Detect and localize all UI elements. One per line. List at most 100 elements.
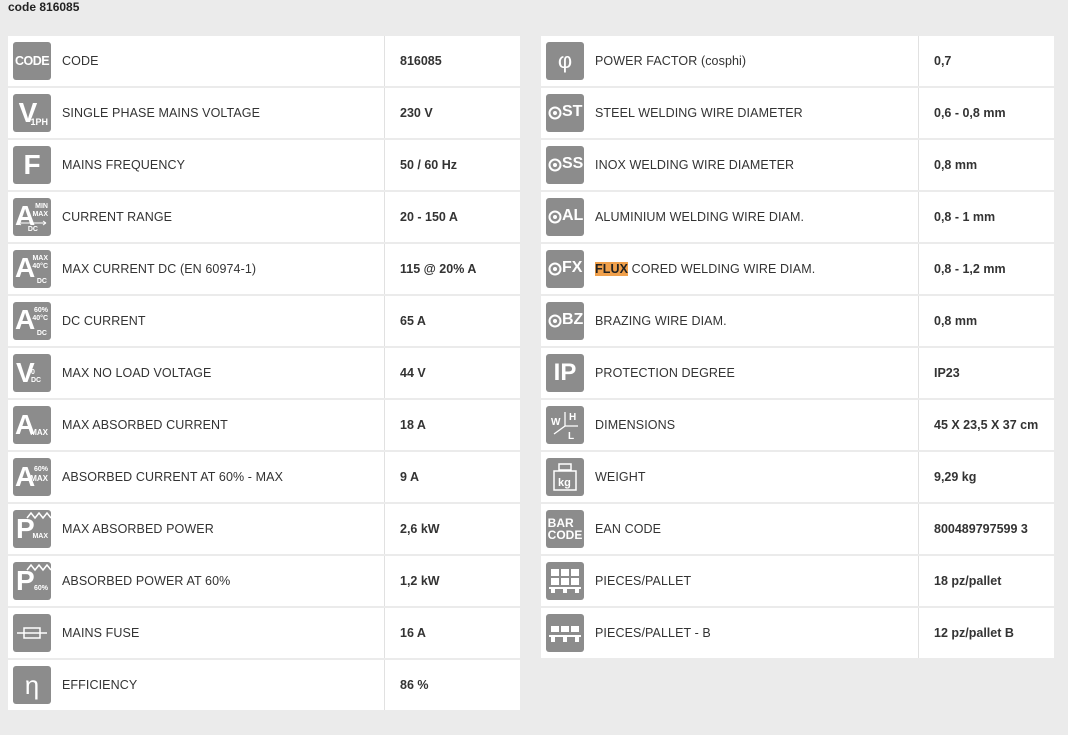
pallet-icon	[546, 562, 584, 600]
steel-wire-icon: ST	[546, 94, 584, 132]
spec-row: P MAX MAX ABSORBED POWER 2,6 kW	[8, 504, 520, 554]
spec-row: φ POWER FACTOR (cosphi) 0,7	[541, 36, 1054, 86]
spec-value: 816085	[400, 54, 442, 68]
column-divider	[384, 608, 385, 658]
column-divider	[384, 140, 385, 190]
inox-wire-icon: SS	[546, 146, 584, 184]
spec-label-text: MAINS FREQUENCY	[62, 158, 186, 172]
spec-row: AL ALUMINIUM WELDING WIRE DIAM. 0,8 - 1 mm	[541, 192, 1054, 242]
spec-value: 45 X 23,5 X 37 cm	[934, 418, 1039, 432]
column-divider	[918, 140, 919, 190]
spec-label: MAX NO LOAD VOLTAGE	[62, 366, 211, 380]
spec-label: EAN CODE	[595, 522, 661, 536]
column-divider	[918, 348, 919, 398]
spec-value: 16 A	[400, 626, 426, 640]
spec-label-text: INOX WELDING WIRE DIAMETER	[595, 158, 795, 172]
absorbed-power-60-icon: P 60%	[13, 562, 51, 600]
aluminium-wire-icon: AL	[546, 198, 584, 236]
dc-current-icon: A 60% 40°C DC	[13, 302, 51, 340]
spec-label: MAINS FREQUENCY	[62, 158, 185, 172]
absorbed-current-60-icon: A 60% MAX	[13, 458, 51, 496]
column-divider	[384, 400, 385, 450]
spec-label: SINGLE PHASE MAINS VOLTAGE	[62, 106, 260, 120]
spec-value: 9,29 kg	[934, 470, 977, 484]
spec-value: 0,8 - 1,2 mm	[934, 262, 1006, 276]
spec-label-text: ALUMINIUM WELDING WIRE DIAM.	[595, 210, 805, 224]
spec-label: FLUX CORED WELDING WIRE DIAM.	[595, 262, 815, 276]
spec-label-text: EAN CODE	[595, 522, 662, 536]
spec-row: F MAINS FREQUENCY 50 / 60 Hz	[8, 140, 520, 190]
max-absorbed-power-icon: P MAX	[13, 510, 51, 548]
protection-degree-icon: IP	[546, 354, 584, 392]
spec-row: W H L DIMENSIONS 45 X 23,5 X 37 cm	[541, 400, 1054, 450]
max-absorbed-current-icon: A MAX	[13, 406, 51, 444]
current-range-icon: A MIN MAX DC	[13, 198, 51, 236]
spec-label: PROTECTION DEGREE	[595, 366, 735, 380]
spec-label-text: ABSORBED POWER AT 60%	[62, 574, 231, 588]
specs-right-column: φ POWER FACTOR (cosphi) 0,7 ST STEEL WELDING…	[541, 36, 1054, 660]
spec-row: PIECES/PALLET 18 pz/pallet	[541, 556, 1054, 606]
spec-label-text: ABSORBED CURRENT AT 60% - MAX	[62, 470, 284, 484]
spec-label: MAX CURRENT DC (EN 60974-1)	[62, 262, 256, 276]
page-title: code 816085	[8, 0, 80, 14]
pallet-b-icon	[546, 614, 584, 652]
column-divider	[384, 348, 385, 398]
spec-label-text: MAINS FUSE	[62, 626, 140, 640]
column-divider	[384, 504, 385, 554]
spec-value: 0,8 mm	[934, 314, 978, 328]
spec-value: IP23	[934, 366, 960, 380]
column-divider	[384, 36, 385, 86]
spec-label: ABSORBED CURRENT AT 60% - MAX	[62, 470, 283, 484]
spec-row: CODE CODE 816085	[8, 36, 520, 86]
column-divider	[918, 192, 919, 242]
spec-label-text: CODE	[62, 54, 99, 68]
brazing-wire-icon: BZ	[546, 302, 584, 340]
spec-row: MAINS FUSE 16 A	[8, 608, 520, 658]
spec-label: DIMENSIONS	[595, 418, 675, 432]
spec-label: PIECES/PALLET - B	[595, 626, 711, 640]
column-divider	[384, 192, 385, 242]
svg-text:kg: kg	[558, 477, 571, 489]
spec-label: CURRENT RANGE	[62, 210, 172, 224]
spec-value: 18 pz/pallet	[934, 574, 1002, 588]
column-divider	[384, 88, 385, 138]
spec-row: A MAX 40°C DC MAX CURRENT DC (EN 60974-1)…	[8, 244, 520, 294]
spec-row: BAR CODE EAN CODE 800489797599 3	[541, 504, 1054, 554]
spec-row: A MAX MAX ABSORBED CURRENT 18 A	[8, 400, 520, 450]
spec-label-text: CORED WELDING WIRE DIAM.	[628, 262, 816, 276]
barcode-icon: BAR CODE	[546, 510, 584, 548]
spec-row: A MIN MAX DC CURRENT RANGE 20 - 150 A	[8, 192, 520, 242]
spec-value: 44 V	[400, 366, 426, 380]
spec-row: ST STEEL WELDING WIRE DIAMETER 0,6 - 0,8 m…	[541, 88, 1054, 138]
spec-label: MAX ABSORBED CURRENT	[62, 418, 228, 432]
spec-label-text: MAX ABSORBED POWER	[62, 522, 214, 536]
spec-value: 65 A	[400, 314, 426, 328]
spec-row: η EFFICIENCY 86 %	[8, 660, 520, 710]
frequency-icon: F	[13, 146, 51, 184]
spec-label: DC CURRENT	[62, 314, 146, 328]
spec-label-text: PIECES/PALLET - B	[595, 626, 711, 640]
spec-label-text: BRAZING WIRE DIAM.	[595, 314, 727, 328]
spec-value: 0,8 mm	[934, 158, 978, 172]
column-divider	[918, 400, 919, 450]
spec-label-text: DIMENSIONS	[595, 418, 676, 432]
spec-label-text: POWER FACTOR (cosphi)	[595, 54, 747, 68]
power-factor-icon: φ	[546, 42, 584, 80]
spec-value: 0,8 - 1 mm	[934, 210, 996, 224]
spec-value: 20 - 150 A	[400, 210, 458, 224]
column-divider	[918, 556, 919, 606]
svg-text:W: W	[551, 417, 561, 428]
weight-icon: kg	[546, 458, 584, 496]
spec-row: kg WEIGHT 9,29 kg	[541, 452, 1054, 502]
spec-label: BRAZING WIRE DIAM.	[595, 314, 727, 328]
column-divider	[918, 608, 919, 658]
spec-value: 230 V	[400, 106, 433, 120]
svg-text:L: L	[568, 431, 574, 442]
spec-row: BZ BRAZING WIRE DIAM. 0,8 mm	[541, 296, 1054, 346]
spec-label: MAX ABSORBED POWER	[62, 522, 214, 536]
column-divider	[918, 452, 919, 502]
spec-value: 2,6 kW	[400, 522, 440, 536]
column-divider	[384, 556, 385, 606]
spec-value: 0,6 - 0,8 mm	[934, 106, 1006, 120]
svg-text:H: H	[569, 412, 576, 423]
